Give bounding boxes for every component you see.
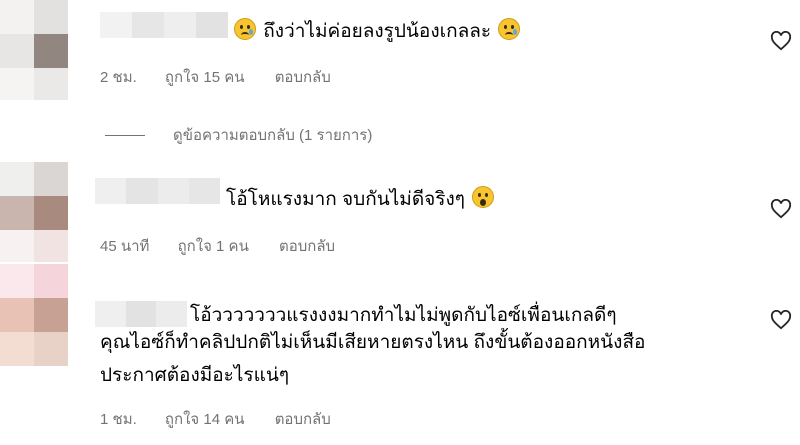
like-count[interactable]: ถูกใจ 15 คน bbox=[165, 69, 245, 86]
reply-button[interactable]: ตอบกลับ bbox=[275, 69, 331, 86]
avatar[interactable] bbox=[0, 0, 68, 100]
like-count[interactable]: ถูกใจ 1 คน bbox=[178, 238, 249, 255]
comment-text-content: ถึงว่าไม่ค่อยลงรูปน้องเกลละ bbox=[263, 21, 492, 42]
avatar[interactable] bbox=[0, 162, 68, 262]
view-replies-line bbox=[105, 134, 145, 136]
comment-meta: 2 ชม. ถูกใจ 15 คน ตอบกลับ bbox=[100, 65, 355, 89]
avatar[interactable] bbox=[0, 264, 68, 366]
heart-icon[interactable] bbox=[770, 31, 792, 51]
surprised-face-emoji bbox=[472, 186, 495, 208]
comment-text: โอ้โหแรงมาก จบกันไม่ดีจริงๆ bbox=[226, 184, 496, 216]
comment-text: คุณไอซ์ก็ทำคลิปปกติไม่เห็นมีเสียหายตรงไห… bbox=[100, 327, 645, 359]
like-count[interactable]: ถูกใจ 14 คน bbox=[165, 411, 245, 428]
reply-button[interactable]: ตอบกลับ bbox=[275, 411, 331, 428]
heart-icon[interactable] bbox=[770, 310, 792, 330]
username-blurred[interactable] bbox=[95, 301, 188, 327]
crying-face-emoji bbox=[498, 18, 521, 40]
view-replies-button[interactable]: ดูข้อความตอบกลับ (1 รายการ) bbox=[105, 123, 372, 147]
timestamp[interactable]: 45 นาที bbox=[100, 238, 149, 255]
comment-text-line-3: ประกาศต้องมีอะไรแน่ๆ bbox=[100, 365, 290, 386]
comment-1: ถึงว่าไม่ค่อยลงรูปน้องเกลละ 2 ชม. ถูกใจ … bbox=[0, 0, 800, 110]
view-replies-label: ดูข้อความตอบกลับ (1 รายการ) bbox=[173, 127, 373, 144]
timestamp[interactable]: 1 ชม. bbox=[100, 411, 137, 428]
comment-text-line-1: โอ้วววววววแรงงงมากทำไมไม่พูดกับไอซ์เพื่อ… bbox=[190, 305, 617, 326]
username-blurred[interactable] bbox=[95, 178, 220, 204]
comment-meta: 45 นาที ถูกใจ 1 คน ตอบกลับ bbox=[100, 234, 359, 258]
comment-text-content: โอ้โหแรงมาก จบกันไม่ดีจริงๆ bbox=[226, 189, 465, 210]
comment-text: ถึงว่าไม่ค่อยลงรูปน้องเกลละ bbox=[232, 16, 522, 48]
crying-face-emoji bbox=[234, 18, 256, 40]
comment-3: โอ้วววววววแรงงงมากทำไมไม่พูดกับไอซ์เพื่อ… bbox=[0, 264, 800, 445]
comment-meta: 1 ชม. ถูกใจ 14 คน ตอบกลับ bbox=[100, 407, 355, 431]
reply-button[interactable]: ตอบกลับ bbox=[279, 238, 335, 255]
comment-text-line-2: คุณไอซ์ก็ทำคลิปปกติไม่เห็นมีเสียหายตรงไห… bbox=[100, 332, 646, 353]
timestamp[interactable]: 2 ชม. bbox=[100, 69, 137, 86]
heart-icon[interactable] bbox=[770, 199, 792, 219]
username-blurred[interactable] bbox=[100, 12, 228, 38]
comment-2: โอ้โหแรงมาก จบกันไม่ดีจริงๆ 45 นาที ถูกใ… bbox=[0, 162, 800, 262]
comment-text: ประกาศต้องมีอะไรแน่ๆ bbox=[100, 360, 289, 392]
